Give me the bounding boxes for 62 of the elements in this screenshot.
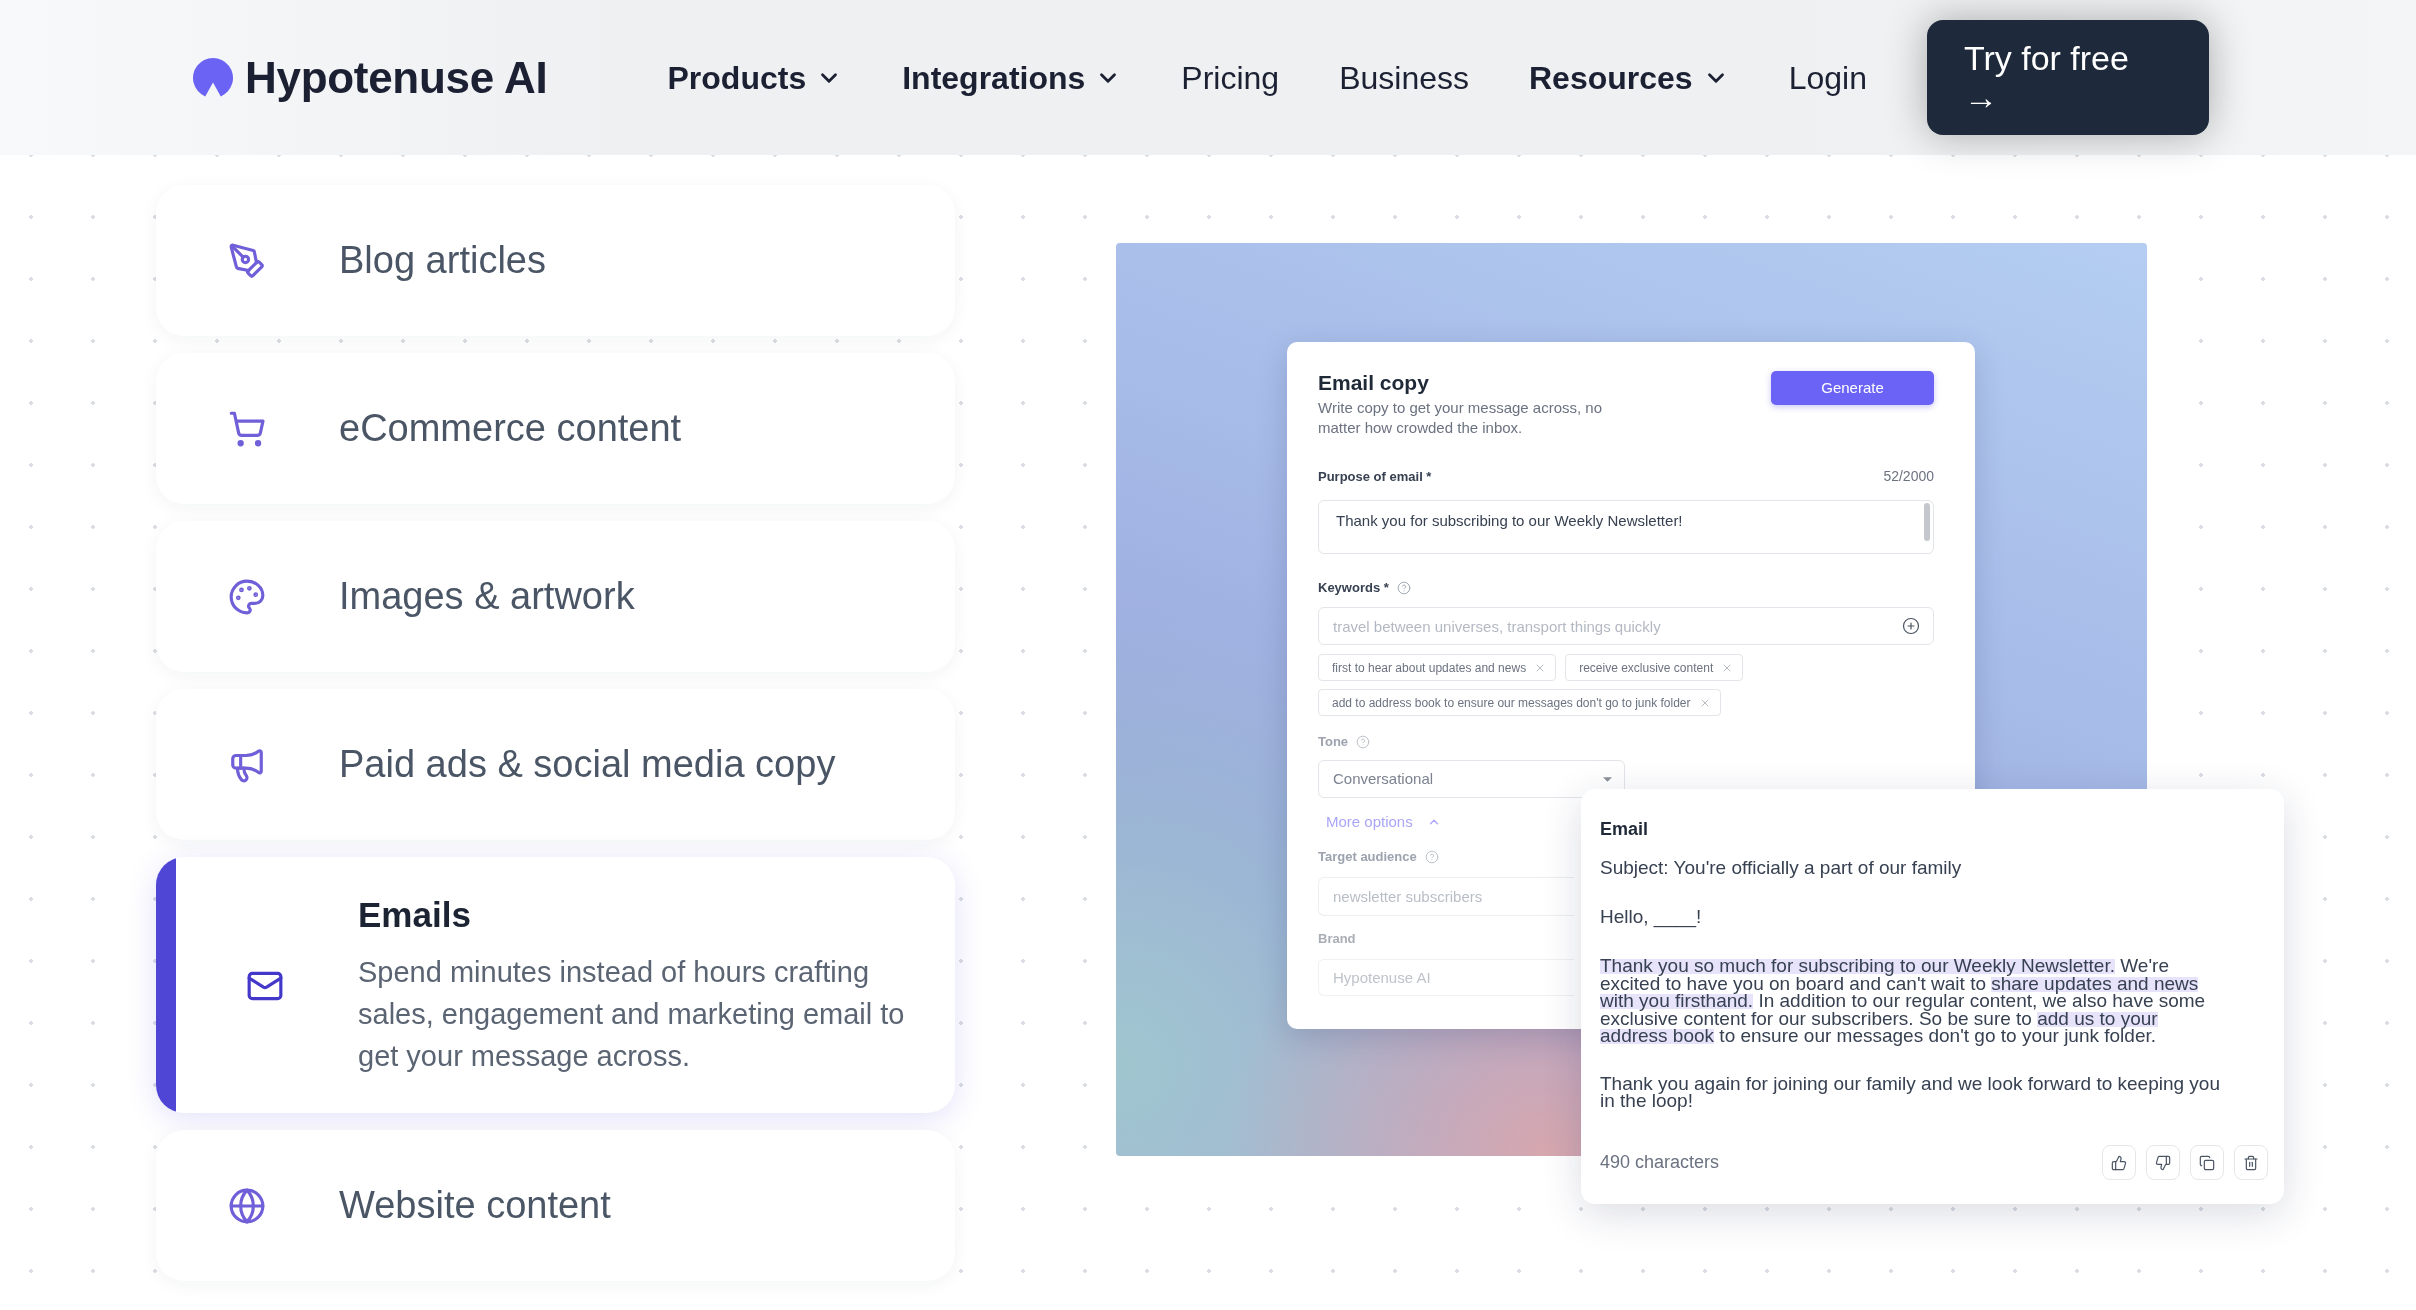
brand-name[interactable]: Hypotenuse AI: [245, 44, 548, 111]
thumbs-down-icon: [2155, 1154, 2171, 1171]
use-case-card[interactable]: Website content: [156, 1130, 955, 1281]
use-case-card[interactable]: Emails Spend minutes instead of hours crafting sales, engagement and marketing email to get your message across.: [156, 857, 955, 1113]
card-title: Website content: [339, 1183, 611, 1228]
trash-icon: [2243, 1154, 2259, 1171]
use-case-card[interactable]: Paid ads & social media copy: [156, 689, 955, 840]
dislike-button[interactable]: [2146, 1145, 2180, 1180]
form-subtitle: Write copy to get your message across, no matter how crowded the inbox.: [1318, 398, 1604, 438]
copy-button[interactable]: [2190, 1145, 2224, 1180]
field-label: Keywords *: [1318, 579, 1389, 598]
keywords-input[interactable]: travel between universes, transport things quickly: [1318, 607, 1934, 645]
pen-nib-icon: [228, 241, 266, 280]
email-subject: Subject: You're officially a part of our family: [1600, 858, 1963, 878]
character-count: 490 characters: [1600, 1151, 1720, 1174]
card-title: Blog articles: [339, 238, 546, 283]
form-title: Email copy: [1318, 370, 1430, 396]
nav-link[interactable]: Business: [1339, 53, 1469, 102]
generate-button[interactable]: Generate: [1771, 371, 1934, 405]
nav-link[interactable]: Integrations: [902, 53, 1122, 102]
field-label: Purpose of email *: [1318, 467, 1432, 486]
tag-text: add to address book to ensure our messages don't go to junk folder: [1332, 694, 1691, 712]
target-audience-input[interactable]: newsletter subscribers: [1318, 877, 1574, 916]
logo-icon[interactable]: [193, 57, 233, 98]
card-title: Emails: [358, 895, 472, 935]
brand-input[interactable]: Hypotenuse AI: [1318, 959, 1574, 996]
use-case-card[interactable]: Blog articles: [156, 185, 955, 336]
delete-button[interactable]: [2234, 1145, 2268, 1180]
card-description: Spend minutes instead of hours crafting sales, engagement and marketing email to get your message across.: [358, 955, 906, 1074]
character-counter: 52/2000: [1883, 467, 1934, 486]
use-case-card[interactable]: eCommerce content: [156, 353, 955, 504]
caret-down-icon: [1603, 776, 1612, 782]
nav-link[interactable]: Products: [667, 53, 843, 102]
email-body-paragraph: Thank you so much for subscribing to our Weekly Newsletter. We're excited to have you on board and can't wait to share updates and news with you firsthand. In addition to our regular content, we also have some exclusive content for our subscribers. So be sure to add us to your address book to ensure our messages don't go to your junk folder.: [1600, 957, 2207, 1045]
nav-link[interactable]: Login: [1788, 53, 1867, 102]
help-icon[interactable]: [1356, 735, 1371, 749]
scrollbar-thumb[interactable]: [1924, 503, 1930, 541]
card-title: Images & artwork: [339, 574, 635, 619]
thumbs-up-icon: [2111, 1154, 2127, 1171]
field-label: Tone: [1318, 733, 1349, 752]
purpose-textarea[interactable]: Thank you for subscribing to our Weekly Newsletter!: [1318, 500, 1934, 554]
help-icon[interactable]: [1424, 850, 1439, 864]
nav-link[interactable]: Pricing: [1181, 53, 1280, 102]
tag-text: first to hear about updates and news: [1332, 659, 1527, 677]
card-title: eCommerce content: [339, 406, 682, 451]
nav-link[interactable]: Resources: [1529, 53, 1729, 102]
field-label: Brand: [1318, 930, 1356, 949]
email-closing: Thank you again for joining our family and we look forward to keeping you in the loop!: [1600, 1074, 2221, 1110]
globe-icon: [228, 1186, 266, 1225]
add-icon[interactable]: [1902, 617, 1920, 635]
copy-icon: [2199, 1154, 2215, 1171]
tag-text: receive exclusive content: [1579, 659, 1714, 677]
card-title: Paid ads & social media copy: [339, 742, 836, 787]
field-label: Target audience: [1318, 848, 1417, 867]
try-for-free-button[interactable]: Try for free →: [1926, 20, 2209, 135]
email-greeting: Hello, ____!: [1600, 907, 1703, 927]
use-case-card[interactable]: Images & artwork: [156, 521, 955, 672]
help-icon[interactable]: [1396, 581, 1411, 595]
shopping-cart-icon: [228, 409, 266, 448]
like-button[interactable]: [2102, 1145, 2136, 1180]
palette-icon: [228, 577, 266, 616]
email-title: Email: [1600, 819, 1650, 839]
